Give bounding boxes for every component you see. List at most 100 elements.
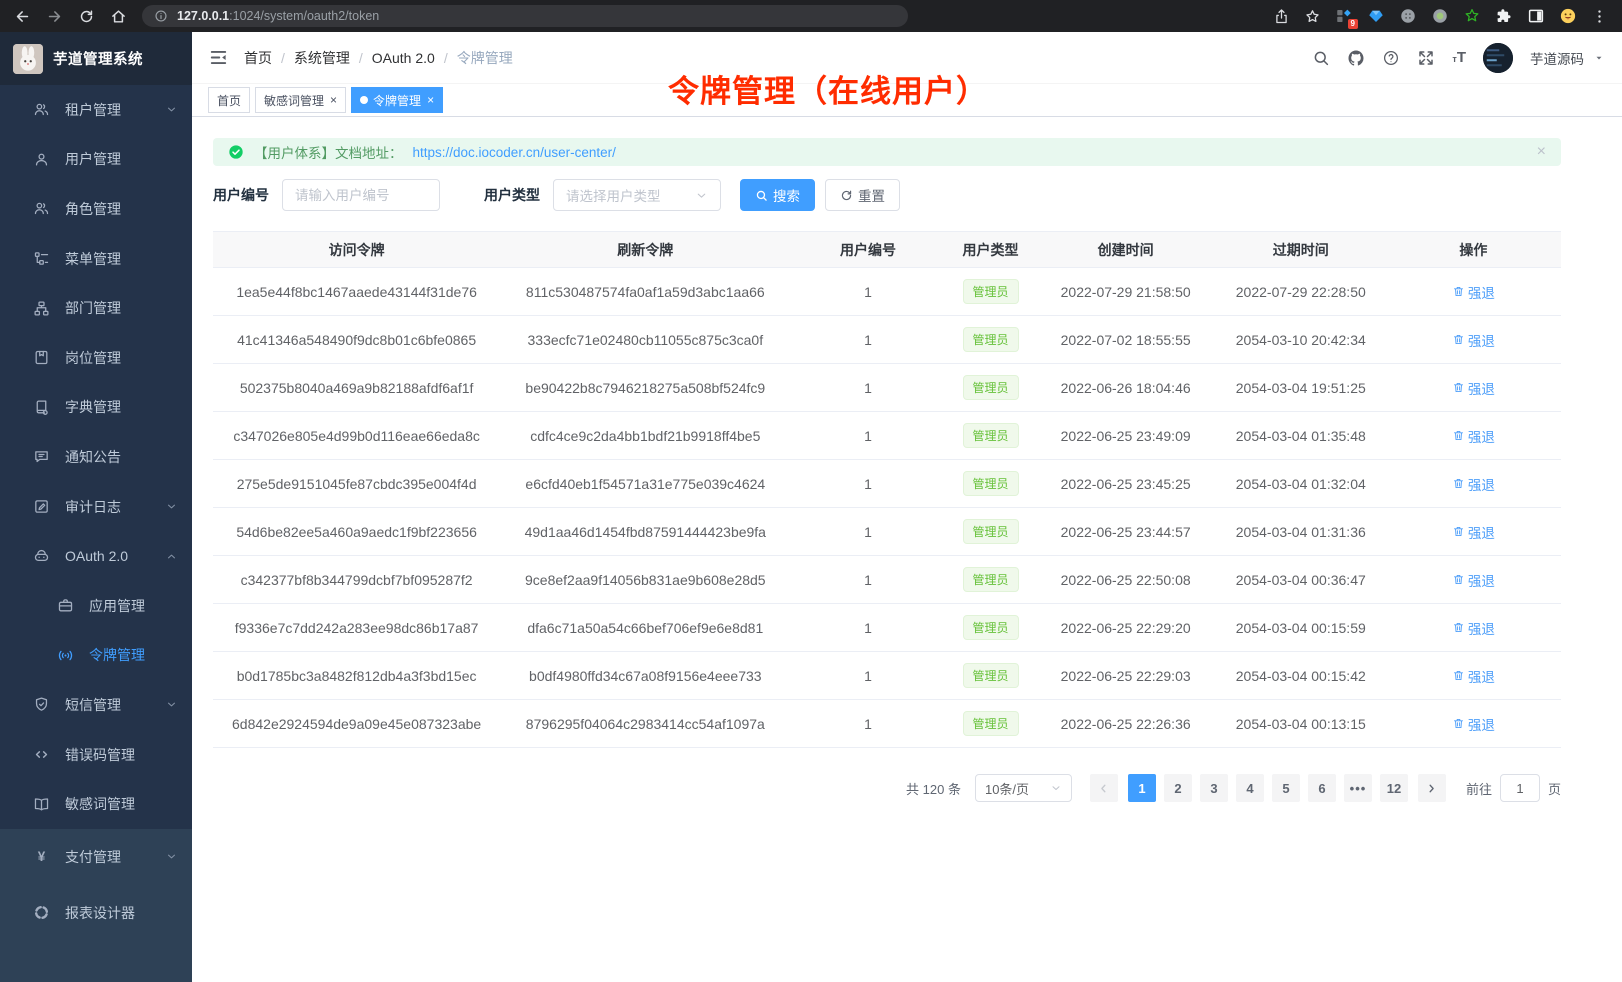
tab-sensitive-word[interactable]: 敏感词管理× <box>255 87 346 113</box>
total-count: 共 120 条 <box>906 779 961 798</box>
create-time-cell: 2022-06-25 22:29:20 <box>1036 604 1216 652</box>
user-id-cell: 1 <box>790 508 945 556</box>
user-type-select[interactable]: 请选择用户类型 <box>553 179 721 211</box>
caret-down-icon[interactable] <box>1593 52 1605 64</box>
tab-label: 首页 <box>217 92 241 109</box>
force-logout-button[interactable]: 强退 <box>1452 474 1495 494</box>
github-icon[interactable] <box>1347 49 1365 67</box>
sidebar: 芋道管理系统 租户管理用户管理角色管理菜单管理部门管理岗位管理字典管理通知公告审… <box>0 32 192 982</box>
extensions-puzzle-icon[interactable] <box>1495 7 1513 25</box>
close-icon[interactable]: × <box>427 94 434 106</box>
site-info-icon[interactable] <box>154 9 168 23</box>
gray-extension-icon[interactable] <box>1399 7 1417 25</box>
user-name[interactable]: 芋道源码 <box>1530 48 1584 68</box>
sidebar-item-role[interactable]: 角色管理 <box>0 184 192 234</box>
page-size-select[interactable]: 10条/页 <box>975 774 1072 802</box>
breadcrumb-separator: / <box>444 50 448 66</box>
gem-extension-icon[interactable] <box>1367 7 1385 25</box>
force-logout-button[interactable]: 强退 <box>1452 282 1495 302</box>
breadcrumb-item[interactable]: OAuth 2.0 <box>372 50 435 66</box>
sidebar-item-label: 审计日志 <box>65 497 121 517</box>
expire-time-cell: 2054-03-04 01:32:04 <box>1216 460 1386 508</box>
sidebar-item-pay[interactable]: ¥支付管理 <box>0 829 192 885</box>
sidebar-item-notice[interactable]: 通知公告 <box>0 432 192 482</box>
access-token-cell: c347026e805e4d99b0d116eae66eda8c <box>213 412 500 460</box>
page-button-3[interactable]: 3 <box>1200 774 1228 802</box>
page-button-1[interactable]: 1 <box>1128 774 1156 802</box>
next-page-button[interactable] <box>1418 774 1446 802</box>
page-button-4[interactable]: 4 <box>1236 774 1264 802</box>
close-icon[interactable]: × <box>330 94 337 106</box>
sidebar-item-menu[interactable]: 菜单管理 <box>0 234 192 284</box>
font-size-icon[interactable]: тT <box>1452 50 1466 66</box>
reset-button[interactable]: 重置 <box>825 179 900 211</box>
goto-page-input[interactable] <box>1500 774 1540 802</box>
force-logout-button[interactable]: 强退 <box>1452 714 1495 734</box>
close-icon[interactable]: × <box>1537 144 1546 160</box>
breadcrumb-item[interactable]: 首页 <box>244 48 272 68</box>
user-id-input[interactable] <box>282 179 440 211</box>
force-logout-button[interactable]: 强退 <box>1452 570 1495 590</box>
sidebar-item-error-code[interactable]: 错误码管理 <box>0 730 192 780</box>
user-type-tag: 管理员 <box>963 663 1019 688</box>
chevron-down-icon <box>165 850 178 863</box>
user-id-cell: 1 <box>790 364 945 412</box>
breadcrumb-separator: / <box>281 50 285 66</box>
tab-home[interactable]: 首页 <box>208 87 250 113</box>
browser-menu-icon[interactable] <box>1591 8 1608 25</box>
alert-doc-link[interactable]: https://doc.iocoder.cn/user-center/ <box>413 145 616 160</box>
profile-avatar-icon[interactable] <box>1559 7 1577 25</box>
sidebar-item-oauth2-app[interactable]: 应用管理 <box>0 581 192 631</box>
search-button[interactable]: 搜索 <box>740 179 815 211</box>
trash-icon <box>1452 477 1465 490</box>
sidebar-item-dict[interactable]: 字典管理 <box>0 383 192 433</box>
user-avatar[interactable] <box>1483 43 1513 73</box>
tab-token[interactable]: 令牌管理× <box>351 87 443 113</box>
create-time-cell: 2022-06-25 22:26:36 <box>1036 700 1216 748</box>
sidebar-item-post[interactable]: 岗位管理 <box>0 333 192 383</box>
forward-icon[interactable] <box>46 8 63 25</box>
sidebar-item-report-designer[interactable]: 报表设计器 <box>0 885 192 941</box>
side-panel-icon[interactable] <box>1527 7 1545 25</box>
prev-page-button[interactable] <box>1090 774 1118 802</box>
back-icon[interactable] <box>14 8 31 25</box>
extension-grid-icon[interactable]: 9 <box>1335 7 1353 25</box>
reload-icon[interactable] <box>78 8 95 25</box>
collapse-sidebar-icon[interactable] <box>209 48 228 67</box>
home-icon[interactable] <box>110 8 127 25</box>
sidebar-item-label: 角色管理 <box>65 199 121 219</box>
access-token-cell: b0d1785bc3a8482f812db4a3f3bd15ec <box>213 652 500 700</box>
page-button-12[interactable]: 12 <box>1380 774 1408 802</box>
sidebar-item-oauth2[interactable]: OAuth 2.0 <box>0 531 192 581</box>
page-button-6[interactable]: 6 <box>1308 774 1336 802</box>
force-logout-button[interactable]: 强退 <box>1452 666 1495 686</box>
green-star-extension-icon[interactable] <box>1463 7 1481 25</box>
refresh-token-cell: cdfc4ce9c2da4bb1bdf21b9918ff4be5 <box>500 412 790 460</box>
sidebar-item-tenant[interactable]: 租户管理 <box>0 85 192 135</box>
share-icon[interactable] <box>1273 8 1290 25</box>
page-button-5[interactable]: 5 <box>1272 774 1300 802</box>
page-ellipsis[interactable]: ••• <box>1344 774 1372 802</box>
sidebar-item-user[interactable]: 用户管理 <box>0 135 192 185</box>
force-logout-button[interactable]: 强退 <box>1452 330 1495 350</box>
address-bar[interactable]: 127.0.0.1:1024/system/oauth2/token <box>142 5 908 27</box>
help-icon[interactable] <box>1382 49 1400 67</box>
logo[interactable]: 芋道管理系统 <box>0 32 192 85</box>
page-button-2[interactable]: 2 <box>1164 774 1192 802</box>
sidebar-item-audit-log[interactable]: 审计日志 <box>0 482 192 532</box>
sidebar-item-sensitive-word[interactable]: 敏感词管理 <box>0 779 192 829</box>
bookmark-star-icon[interactable] <box>1304 8 1321 25</box>
force-logout-button[interactable]: 强退 <box>1452 426 1495 446</box>
sidebar-item-label: 令牌管理 <box>89 645 145 665</box>
sidebar-item-oauth2-token[interactable]: 令牌管理 <box>0 631 192 681</box>
force-logout-button[interactable]: 强退 <box>1452 618 1495 638</box>
record-extension-icon[interactable] <box>1431 7 1449 25</box>
fullscreen-icon[interactable] <box>1417 49 1435 67</box>
sidebar-item-dept[interactable]: 部门管理 <box>0 283 192 333</box>
force-logout-button[interactable]: 强退 <box>1452 378 1495 398</box>
browser-toolbar: 127.0.0.1:1024/system/oauth2/token 9 <box>0 0 1622 32</box>
breadcrumb-item[interactable]: 系统管理 <box>294 48 350 68</box>
sidebar-item-sms[interactable]: 短信管理 <box>0 680 192 730</box>
search-icon[interactable] <box>1312 49 1330 67</box>
force-logout-button[interactable]: 强退 <box>1452 522 1495 542</box>
